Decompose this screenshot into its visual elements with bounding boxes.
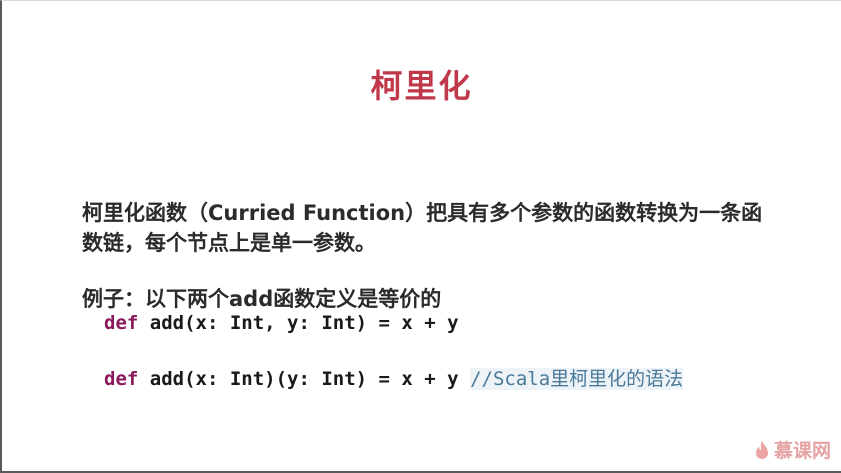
flame-logo-icon xyxy=(754,440,770,460)
example-heading: 例子：以下两个add函数定义是等价的 xyxy=(82,287,442,311)
watermark-text: 慕课网 xyxy=(773,440,831,462)
slide-title: 柯里化 xyxy=(370,67,473,105)
code-keyword: def xyxy=(104,368,139,390)
code-text: add(x: Int, y: Int) = x + y xyxy=(138,312,459,334)
code-keyword: def xyxy=(104,312,139,334)
code-comment: //Scala里柯里化的语法 xyxy=(470,368,684,390)
code-line-2: def add(x: Int)(y: Int) = x + y //Scala里… xyxy=(104,364,684,391)
watermark-logo: 慕课网 xyxy=(754,436,831,463)
code-line-1: def add(x: Int, y: Int) = x + y xyxy=(104,312,459,334)
slide: 柯里化 柯里化函数（Curried Function）把具有多个参数的函数转换为… xyxy=(0,0,841,473)
definition-paragraph: 柯里化函数（Curried Function）把具有多个参数的函数转换为一条函数… xyxy=(82,201,763,255)
code-text: add(x: Int)(y: Int) = x + y xyxy=(138,368,471,390)
